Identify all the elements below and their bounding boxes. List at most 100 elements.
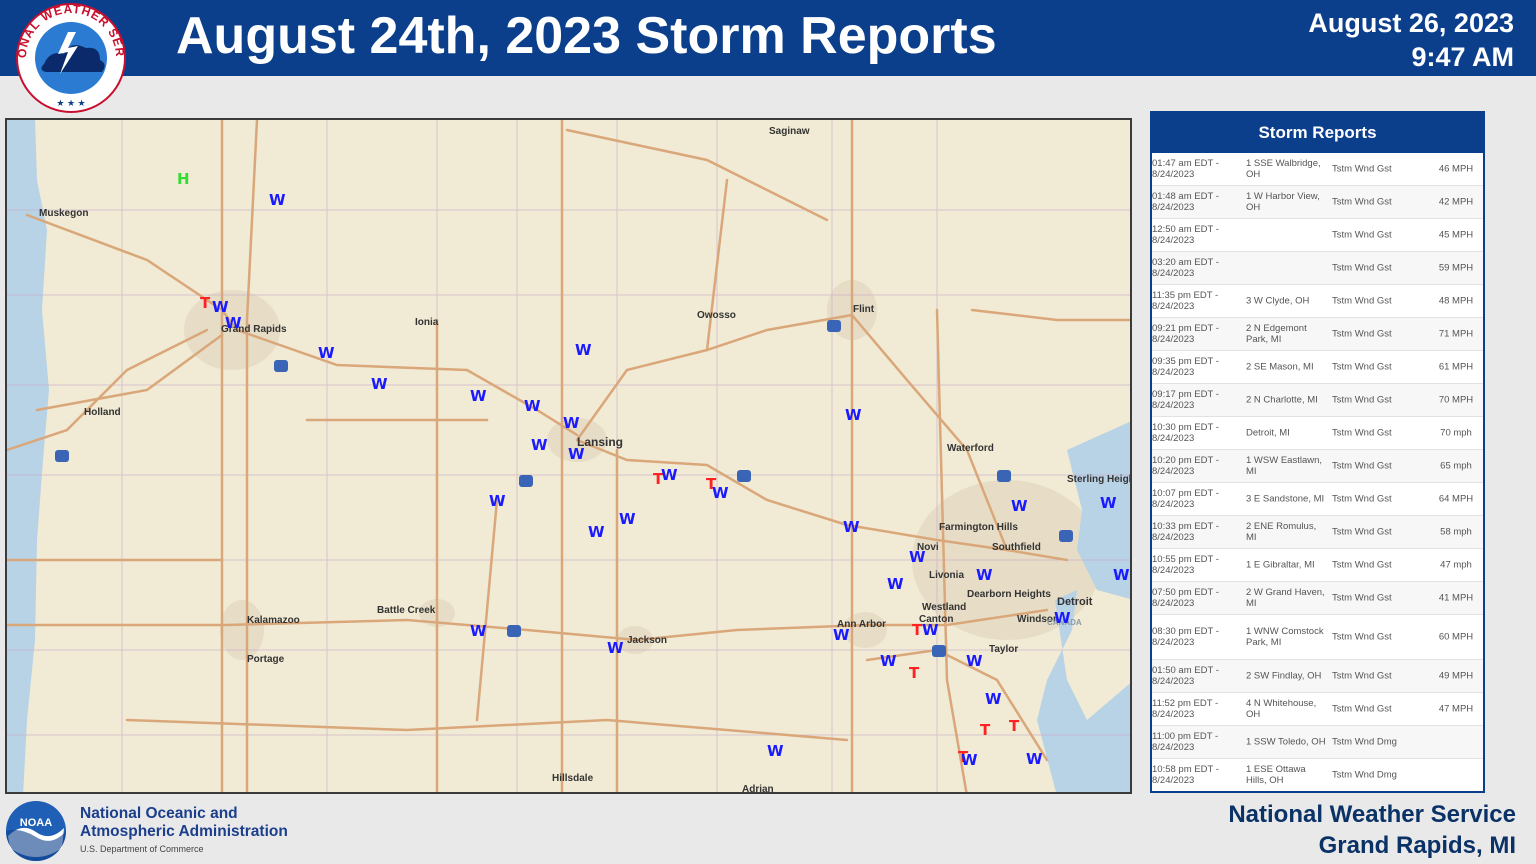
tree-damage-marker[interactable]: T <box>200 294 211 312</box>
report-type: Tstm Wnd Dmg <box>1332 769 1397 781</box>
city-label: Ionia <box>415 317 439 328</box>
wind-report-marker[interactable]: W <box>976 566 993 584</box>
report-location: 2 N Charlotte, MI <box>1246 394 1318 406</box>
table-row[interactable]: 12:50 am EDT - 8/24/2023 Tstm Wnd Gst 45 M… <box>1152 219 1483 252</box>
report-type: Tstm Wnd Gst <box>1332 163 1392 175</box>
wind-report-marker[interactable]: W <box>269 191 286 209</box>
wind-report-marker[interactable]: W <box>225 314 242 332</box>
report-location: 2 W Grand Haven, MI <box>1246 587 1325 609</box>
table-row[interactable]: 10:58 pm EDT - 8/24/2023 1 ESE Ottawa Hil… <box>1152 759 1483 791</box>
report-magnitude: 65 mph <box>1440 460 1472 472</box>
report-time: 10:30 pm EDT - 8/24/2023 <box>1152 422 1219 444</box>
report-time: 11:52 pm EDT - 8/24/2023 <box>1152 698 1219 720</box>
wind-report-marker[interactable]: W <box>909 548 926 566</box>
tree-damage-marker[interactable]: T <box>909 664 920 682</box>
wind-report-marker[interactable]: W <box>371 375 388 393</box>
wind-report-marker[interactable]: W <box>1011 497 1028 515</box>
wind-report-marker[interactable]: W <box>845 406 862 424</box>
table-row[interactable]: 08:30 pm EDT - 8/24/2023 1 WNW Comstock P… <box>1152 615 1483 660</box>
table-row[interactable]: 10:30 pm EDT - 8/24/2023 Detroit, MI Tstm … <box>1152 417 1483 450</box>
wind-report-marker[interactable]: W <box>568 445 585 463</box>
tree-damage-marker[interactable]: T <box>980 721 991 739</box>
report-magnitude: 46 MPH <box>1438 163 1474 175</box>
table-row[interactable]: 10:07 pm EDT - 8/24/2023 3 E Sandstone, M… <box>1152 483 1483 516</box>
table-row[interactable]: 10:33 pm EDT - 8/24/2023 2 ENE Romulus, M… <box>1152 516 1483 549</box>
wind-report-marker[interactable]: W <box>588 523 605 541</box>
storm-reports-map[interactable]: Saginaw Muskegon Grand Rapids Ionia Owos… <box>5 118 1132 794</box>
report-type: Tstm Wnd Dmg <box>1332 736 1397 748</box>
office-name: National Weather Service Grand Rapids, M… <box>1228 799 1516 861</box>
wind-report-marker[interactable]: W <box>531 436 548 454</box>
wind-report-marker[interactable]: W <box>470 622 487 640</box>
report-type: Tstm Wnd Gst <box>1332 559 1392 571</box>
report-type: Tstm Wnd Gst <box>1332 394 1392 406</box>
table-row[interactable]: 09:35 pm EDT - 8/24/2023 2 SE Mason, MI Ts… <box>1152 351 1483 384</box>
panel-title: Storm Reports <box>1152 113 1483 153</box>
city-label: Holland <box>84 407 121 418</box>
city-label: Portage <box>247 654 285 665</box>
wind-report-marker[interactable]: W <box>575 341 592 359</box>
report-magnitude: 49 MPH <box>1438 670 1474 682</box>
wind-report-marker[interactable]: W <box>619 510 636 528</box>
wind-report-marker[interactable]: W <box>961 751 978 769</box>
wind-report-marker[interactable]: W <box>563 414 580 432</box>
report-time: 03:20 am EDT - 8/24/2023 <box>1152 257 1219 279</box>
report-location: 1 ESE Ottawa Hills, OH <box>1246 764 1306 786</box>
wind-report-marker[interactable]: W <box>887 575 904 593</box>
wind-report-marker[interactable]: W <box>318 344 335 362</box>
report-time: 01:50 am EDT - 8/24/2023 <box>1152 665 1219 687</box>
wind-report-marker[interactable]: W <box>843 518 860 536</box>
report-time: 10:58 pm EDT - 8/24/2023 <box>1152 764 1219 786</box>
wind-report-marker[interactable]: W <box>767 742 784 760</box>
storm-reports-panel[interactable]: Storm Reports 01:47 am EDT - 8/24/2023 1 … <box>1150 111 1485 793</box>
wind-report-marker[interactable]: W <box>922 621 939 639</box>
wind-report-marker[interactable]: W <box>880 652 897 670</box>
report-location: 1 SSW Toledo, OH <box>1246 736 1326 748</box>
report-magnitude: 47 MPH <box>1438 703 1474 715</box>
page-title: August 24th, 2023 Storm Reports <box>176 7 997 65</box>
report-magnitude: 59 MPH <box>1438 262 1474 274</box>
wind-report-marker[interactable]: W <box>524 397 541 415</box>
wind-report-marker[interactable]: W <box>1054 609 1071 627</box>
wind-report-marker[interactable]: W <box>1100 494 1117 512</box>
report-time: 12:50 am EDT - 8/24/2023 <box>1152 224 1219 246</box>
table-row[interactable]: 01:48 am EDT - 8/24/2023 1 W Harbor View,… <box>1152 186 1483 219</box>
tree-damage-marker[interactable]: T <box>1009 717 1020 735</box>
table-row[interactable]: 10:20 pm EDT - 8/24/2023 1 WSW Eastlawn, … <box>1152 450 1483 483</box>
table-row[interactable]: 09:17 pm EDT - 8/24/2023 2 N Charlotte, M… <box>1152 384 1483 417</box>
table-row[interactable]: 01:47 am EDT - 8/24/2023 1 SSE Walbridge,… <box>1152 153 1483 186</box>
table-row[interactable]: 07:50 pm EDT - 8/24/2023 2 W Grand Haven,… <box>1152 582 1483 615</box>
wind-report-marker[interactable]: W <box>661 466 678 484</box>
wind-report-marker[interactable]: W <box>966 652 983 670</box>
wind-report-marker[interactable]: W <box>985 690 1002 708</box>
noaa-name-line2: Atmospheric Administration <box>80 823 288 840</box>
wind-report-marker[interactable]: W <box>1113 566 1130 584</box>
table-row[interactable]: 11:35 pm EDT - 8/24/2023 3 W Clyde, OH Tst… <box>1152 285 1483 318</box>
report-time: 01:47 am EDT - 8/24/2023 <box>1152 158 1219 180</box>
wind-report-marker[interactable]: W <box>712 484 729 502</box>
table-row[interactable]: 03:20 am EDT - 8/24/2023 Tstm Wnd Gst 59 M… <box>1152 252 1483 285</box>
report-magnitude: 47 mph <box>1440 559 1472 571</box>
wind-report-marker[interactable]: W <box>833 626 850 644</box>
wind-report-marker[interactable]: W <box>1026 750 1043 768</box>
table-row[interactable]: 11:00 pm EDT - 8/24/2023 1 SSW Toledo, OH… <box>1152 726 1483 759</box>
report-type: Tstm Wnd Gst <box>1332 670 1392 682</box>
city-label: Livonia <box>929 570 964 581</box>
hail-report-marker[interactable]: H <box>177 170 190 188</box>
city-label: Hillsdale <box>552 773 594 784</box>
wind-report-marker[interactable]: W <box>489 492 506 510</box>
report-type: Tstm Wnd Gst <box>1332 229 1392 241</box>
report-type: Tstm Wnd Gst <box>1332 262 1392 274</box>
report-time: 10:07 pm EDT - 8/24/2023 <box>1152 488 1219 510</box>
table-row[interactable]: 09:21 pm EDT - 8/24/2023 2 N Edgemont Par… <box>1152 318 1483 351</box>
table-row[interactable]: 10:55 pm EDT - 8/24/2023 1 E Gibraltar, M… <box>1152 549 1483 582</box>
city-label: Sterling Heights <box>1067 474 1132 485</box>
wind-report-marker[interactable]: W <box>470 387 487 405</box>
storm-reports-table[interactable]: 01:47 am EDT - 8/24/2023 1 SSE Walbridge,… <box>1152 153 1483 791</box>
report-type: Tstm Wnd Gst <box>1332 526 1392 538</box>
office-name-line1: National Weather Service <box>1228 801 1516 828</box>
table-row[interactable]: 01:50 am EDT - 8/24/2023 2 SW Findlay, OH… <box>1152 660 1483 693</box>
table-row[interactable]: 11:52 pm EDT - 8/24/2023 4 N Whitehouse, … <box>1152 693 1483 726</box>
map-canvas[interactable]: Saginaw Muskegon Grand Rapids Ionia Owos… <box>7 120 1132 794</box>
wind-report-marker[interactable]: W <box>607 639 624 657</box>
